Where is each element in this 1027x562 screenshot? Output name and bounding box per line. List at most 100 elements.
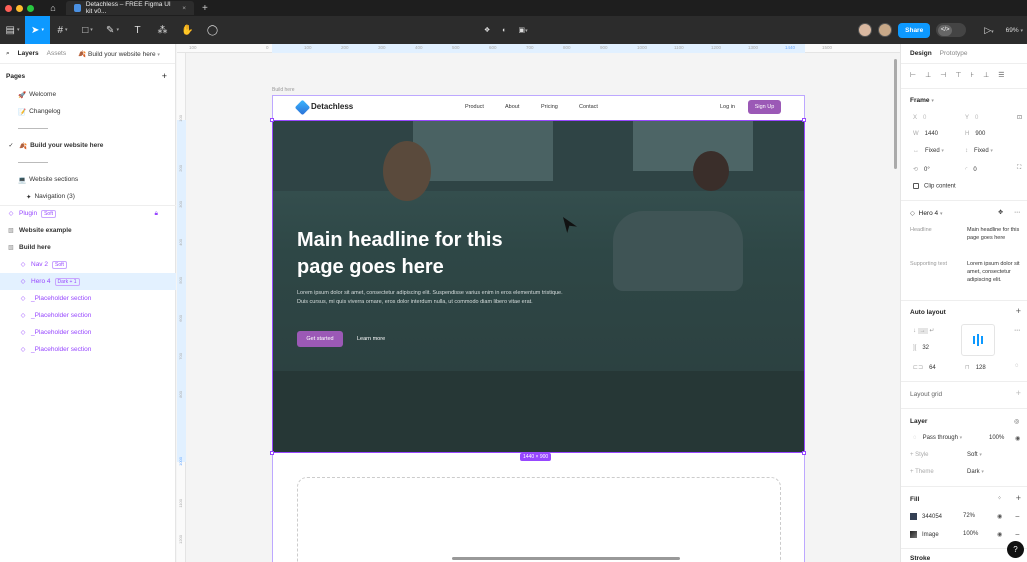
frame-label[interactable]: Build here [272,87,295,93]
pen-tool-button[interactable]: ✎ ▾ [100,16,125,44]
align-top-icon[interactable]: ⊤ [955,71,961,79]
horizontal-scrollbar[interactable] [452,557,680,560]
align-left-icon[interactable]: ⊢ [910,71,916,79]
width-field[interactable]: W 1440 [913,131,938,137]
tab-prototype[interactable]: Prototype [940,50,968,57]
resize-handle[interactable] [270,451,274,455]
eye-icon[interactable]: ◉ [997,513,1002,520]
prop-supporting-value[interactable]: Lorem ipsum dolor sit amet, consectetur … [967,260,1021,284]
page-item-website-sections[interactable]: 💻 Website sections [0,171,176,188]
home-icon[interactable]: ⌂ [46,3,60,13]
minimize-window-button[interactable] [16,4,23,12]
present-icon[interactable]: ▷▾ [984,25,993,36]
more-options-icon[interactable]: ⋯ [1014,209,1020,216]
gap-field[interactable]: ][32 [913,345,929,351]
y-field[interactable]: Y0 [965,115,978,121]
layer-website-example[interactable]: ▧ Website example [0,222,176,239]
search-icon[interactable]: ⌕ [6,50,10,58]
nav-link-about[interactable]: About [505,104,519,110]
dev-mode-toggle[interactable]: </> [936,23,967,37]
add-page-icon[interactable]: + [162,71,167,81]
page-item-navigation[interactable]: ✦ Navigation (3) [0,188,176,205]
blend-mode-select[interactable]: ◌ Pass through ▾ [913,435,962,441]
remove-fill-icon[interactable]: − [1015,530,1020,539]
nav-link-product[interactable]: Product [465,104,484,110]
independent-corners-icon[interactable]: ⛶ [1017,165,1021,172]
layer-placeholder[interactable]: ◇ _Placeholder section [0,307,176,324]
get-started-button[interactable]: Get started [297,331,343,347]
lock-icon[interactable]: 🔒︎ [155,210,158,218]
share-button[interactable]: Share [898,22,931,38]
style-select[interactable]: Soft ▾ [967,452,982,458]
site-navbar[interactable]: Detachless Product About Pricing Contact… [273,96,804,120]
comment-tool-button[interactable]: ◯ [200,16,225,44]
file-tab[interactable]: Detachless – FREE Figma UI kit v0... × [66,1,194,15]
layer-hero-4[interactable]: ◇ Hero 4 Dark + 1 [0,273,176,290]
boolean-icon[interactable]: ▣▾ [519,26,528,34]
layer-plugin[interactable]: ◇ Plugin Soft 🔒︎ [0,205,176,222]
vertical-scrollbar[interactable] [894,59,897,169]
mask-icon[interactable]: ◐ [502,27,506,34]
prop-headline-value[interactable]: Main headline for this page goes here [967,226,1021,242]
resize-handle[interactable] [802,118,806,122]
align-center-h-icon[interactable]: ⊥ [925,71,931,79]
component-icon[interactable]: ❖ [484,26,490,34]
move-tool-button[interactable]: ➤ ▾ [25,16,50,44]
component-instance-header[interactable]: ◇ Hero 4 ▾ [910,209,942,217]
padding-h-field[interactable]: ⊏⊐ 64 [913,364,936,371]
fill-swatch[interactable] [910,513,917,520]
layer-visibility-icon[interactable]: ◎ [1014,418,1019,425]
shape-tool-button[interactable]: □ ▾ [75,16,100,44]
layer-opacity[interactable]: 100% [989,435,1004,441]
page-item-welcome[interactable]: 🚀 Welcome [0,86,176,103]
layer-placeholder[interactable]: ◇ _Placeholder section [0,341,176,358]
layer-build-here[interactable]: ▧ Build here [0,239,176,256]
close-tab-icon[interactable]: × [182,5,186,12]
signup-button[interactable]: Sign Up [748,100,781,114]
add-fill-icon[interactable]: + [1016,493,1021,503]
main-menu-button[interactable]: ▤ ▾ [0,16,25,44]
radius-field[interactable]: ◜ 0 [965,166,977,173]
auto-layout-settings-icon[interactable]: ⋯ [1014,327,1020,334]
tab-layers[interactable]: Layers [18,50,39,57]
eye-icon[interactable]: ◉ [997,531,1002,538]
login-link[interactable]: Log in [720,104,735,110]
theme-select[interactable]: Dark ▾ [967,469,984,475]
rotation-field[interactable]: ⟲ 0° [913,166,930,173]
alignment-box[interactable] [961,324,995,356]
padding-v-field[interactable]: ⊓ 128 [965,364,986,371]
new-tab-button[interactable]: + [202,3,208,14]
current-page-selector[interactable]: 🍂 Build your website here ▾ [78,50,160,58]
zoom-level[interactable]: 69% ▾ [1006,27,1023,34]
placeholder-section[interactable] [297,477,781,562]
width-mode-select[interactable]: ↔ Fixed ▾ [913,148,944,154]
resize-handle[interactable] [802,451,806,455]
help-button[interactable]: ? [1007,541,1024,558]
height-mode-select[interactable]: ↕ Fixed ▾ [965,148,993,154]
add-auto-layout-icon[interactable]: + [1016,306,1021,316]
layer-placeholder[interactable]: ◇ _Placeholder section [0,324,176,341]
avatar[interactable] [878,23,893,37]
clip-content-checkbox[interactable]: Clip content [913,183,956,190]
distribute-icon[interactable]: ☰ [998,71,1004,79]
x-field[interactable]: X0 [913,115,926,121]
align-right-icon[interactable]: ⊣ [940,71,946,79]
constraints-icon[interactable]: ⊡ [1017,114,1022,121]
frame-section-title[interactable]: Frame ▾ [910,97,934,104]
fill-opacity[interactable]: 100% [963,531,978,537]
tab-assets[interactable]: Assets [47,50,67,57]
hand-tool-button[interactable]: ✋ [175,16,200,44]
image-fill-swatch[interactable] [910,531,917,538]
fill-item[interactable]: 344054 [910,513,942,520]
maximize-window-button[interactable] [27,4,34,12]
website-frame[interactable]: Detachless Product About Pricing Contact… [270,95,806,562]
layer-placeholder[interactable]: ◇ _Placeholder section [0,290,176,307]
height-field[interactable]: H 900 [965,131,985,137]
text-tool-button[interactable]: T [125,16,150,44]
go-to-main-component-icon[interactable]: ✥ [998,209,1003,216]
fill-opacity[interactable]: 72% [963,513,975,519]
hero-section[interactable]: Main headline for this page goes here Lo… [272,120,805,453]
close-window-button[interactable] [5,4,12,12]
layer-nav-2[interactable]: ◇ Nav 2 Soft [0,256,176,273]
eye-icon[interactable]: ◉ [1015,435,1020,442]
